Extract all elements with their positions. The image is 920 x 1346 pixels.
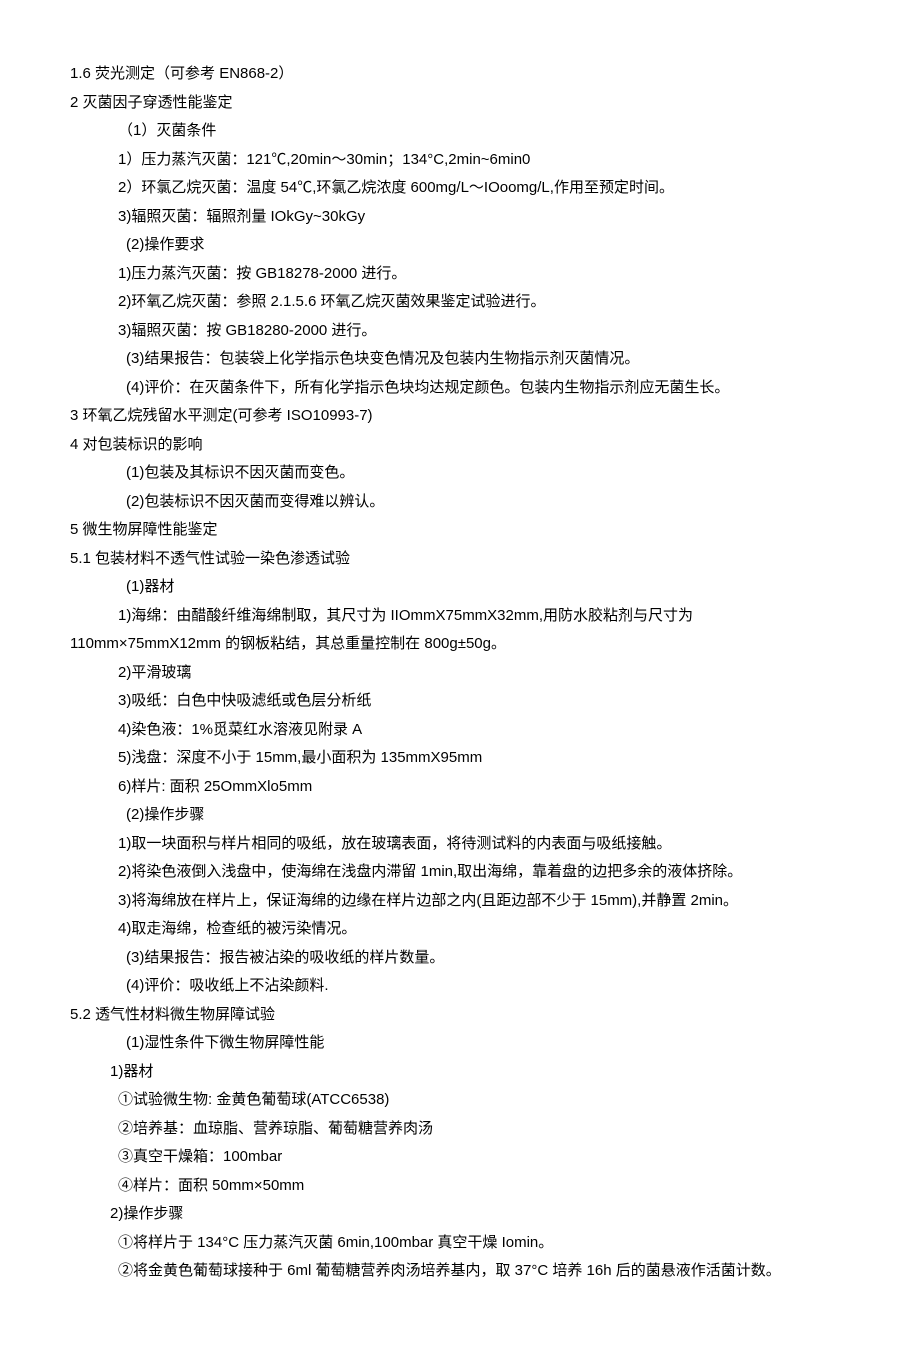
text-line: (4)评价：吸收纸上不沾染颜料. <box>70 972 850 1001</box>
text-line: (1)湿性条件下微生物屏障性能 <box>70 1029 850 1058</box>
text-line: 3)将海绵放在样片上，保证海绵的边缘在样片边部之内(且距边部不少于 15mm),… <box>70 887 850 916</box>
text-line: 2)环氧乙烷灭菌：参照 2.1.5.6 环氧乙烷灭菌效果鉴定试验进行。 <box>70 288 850 317</box>
text-line: 1)器材 <box>70 1058 850 1087</box>
text-line: (3)结果报告：包装袋上化学指示色块变色情况及包装内生物指示剂灭菌情况。 <box>70 345 850 374</box>
text-line: (1)器材 <box>70 573 850 602</box>
text-line: 4 对包装标识的影响 <box>70 431 850 460</box>
text-line: ④样片：面积 50mm×50mm <box>70 1172 850 1201</box>
text-line: 4)取走海绵，检查纸的被污染情况。 <box>70 915 850 944</box>
text-line: 3 环氧乙烷残留水平测定(可参考 ISO10993-7) <box>70 402 850 431</box>
text-line: 2)将染色液倒入浅盘中，使海绵在浅盘内滞留 1min,取出海绵，靠着盘的边把多余… <box>70 858 850 887</box>
text-line: 5.2 透气性材料微生物屏障试验 <box>70 1001 850 1030</box>
text-line: ①试验微生物: 金黄色葡萄球(ATCC6538) <box>70 1086 850 1115</box>
text-line: 2)操作步骤 <box>70 1200 850 1229</box>
text-line: 1.6 荧光测定（可参考 EN868-2） <box>70 60 850 89</box>
text-line: (2)操作步骤 <box>70 801 850 830</box>
text-line: (3)结果报告：报告被沾染的吸收纸的样片数量。 <box>70 944 850 973</box>
text-line: 3)辐照灭菌：按 GB18280-2000 进行。 <box>70 317 850 346</box>
text-line: 5.1 包装材料不透气性试验一染色渗透试验 <box>70 545 850 574</box>
text-line: 3)辐照灭菌：辐照剂量 IOkGy~30kGy <box>70 203 850 232</box>
text-line: 4)染色液：1%觅菜红水溶液见附录 A <box>70 716 850 745</box>
text-line: 1）压力蒸汽灭菌：121℃,20min～30min；134°C,2min~6mi… <box>70 146 850 175</box>
text-line: ②将金黄色葡萄球接种于 6ml 葡萄糖营养肉汤培养基内，取 37°C 培养 16… <box>70 1257 850 1286</box>
text-line: （1）灭菌条件 <box>70 117 850 146</box>
text-line: 5 微生物屏障性能鉴定 <box>70 516 850 545</box>
text-line: 6)样片: 面积 25OmmXlo5mm <box>70 773 850 802</box>
text-line: 2)平滑玻璃 <box>70 659 850 688</box>
text-line: (2)操作要求 <box>70 231 850 260</box>
text-line: 1)取一块面积与样片相同的吸纸，放在玻璃表面，将待测试料的内表面与吸纸接触。 <box>70 830 850 859</box>
text-line: (4)评价：在灭菌条件下，所有化学指示色块均达规定颜色。包装内生物指示剂应无菌生… <box>70 374 850 403</box>
text-line: 1)海绵：由醋酸纤维海绵制取，其尺寸为 IIOmmX75mmX32mm,用防水胶… <box>70 602 850 631</box>
text-line: (2)包装标识不因灭菌而变得难以辨认。 <box>70 488 850 517</box>
text-line: 2）环氯乙烷灭菌：温度 54℃,环氯乙烷浓度 600mg/L～IOoomg/L,… <box>70 174 850 203</box>
text-line: (1)包装及其标识不因灭菌而变色。 <box>70 459 850 488</box>
text-line: ③真空干燥箱：100mbar <box>70 1143 850 1172</box>
text-line: ①将样片于 134°C 压力蒸汽灭菌 6min,100mbar 真空干燥 Iom… <box>70 1229 850 1258</box>
text-line: ②培养基：血琼脂、营养琼脂、葡萄糖营养肉汤 <box>70 1115 850 1144</box>
text-line: 110mm×75mmX12mm 的钢板粘结，其总重量控制在 800g±50g。 <box>70 630 850 659</box>
text-line: 1)压力蒸汽灭菌：按 GB18278-2000 进行。 <box>70 260 850 289</box>
text-line: 5)浅盘：深度不小于 15mm,最小面积为 135mmX95mm <box>70 744 850 773</box>
document-body: 1.6 荧光测定（可参考 EN868-2）2 灭菌因子穿透性能鉴定（1）灭菌条件… <box>70 60 850 1286</box>
text-line: 2 灭菌因子穿透性能鉴定 <box>70 89 850 118</box>
text-line: 3)吸纸：白色中快吸滤纸或色层分析纸 <box>70 687 850 716</box>
